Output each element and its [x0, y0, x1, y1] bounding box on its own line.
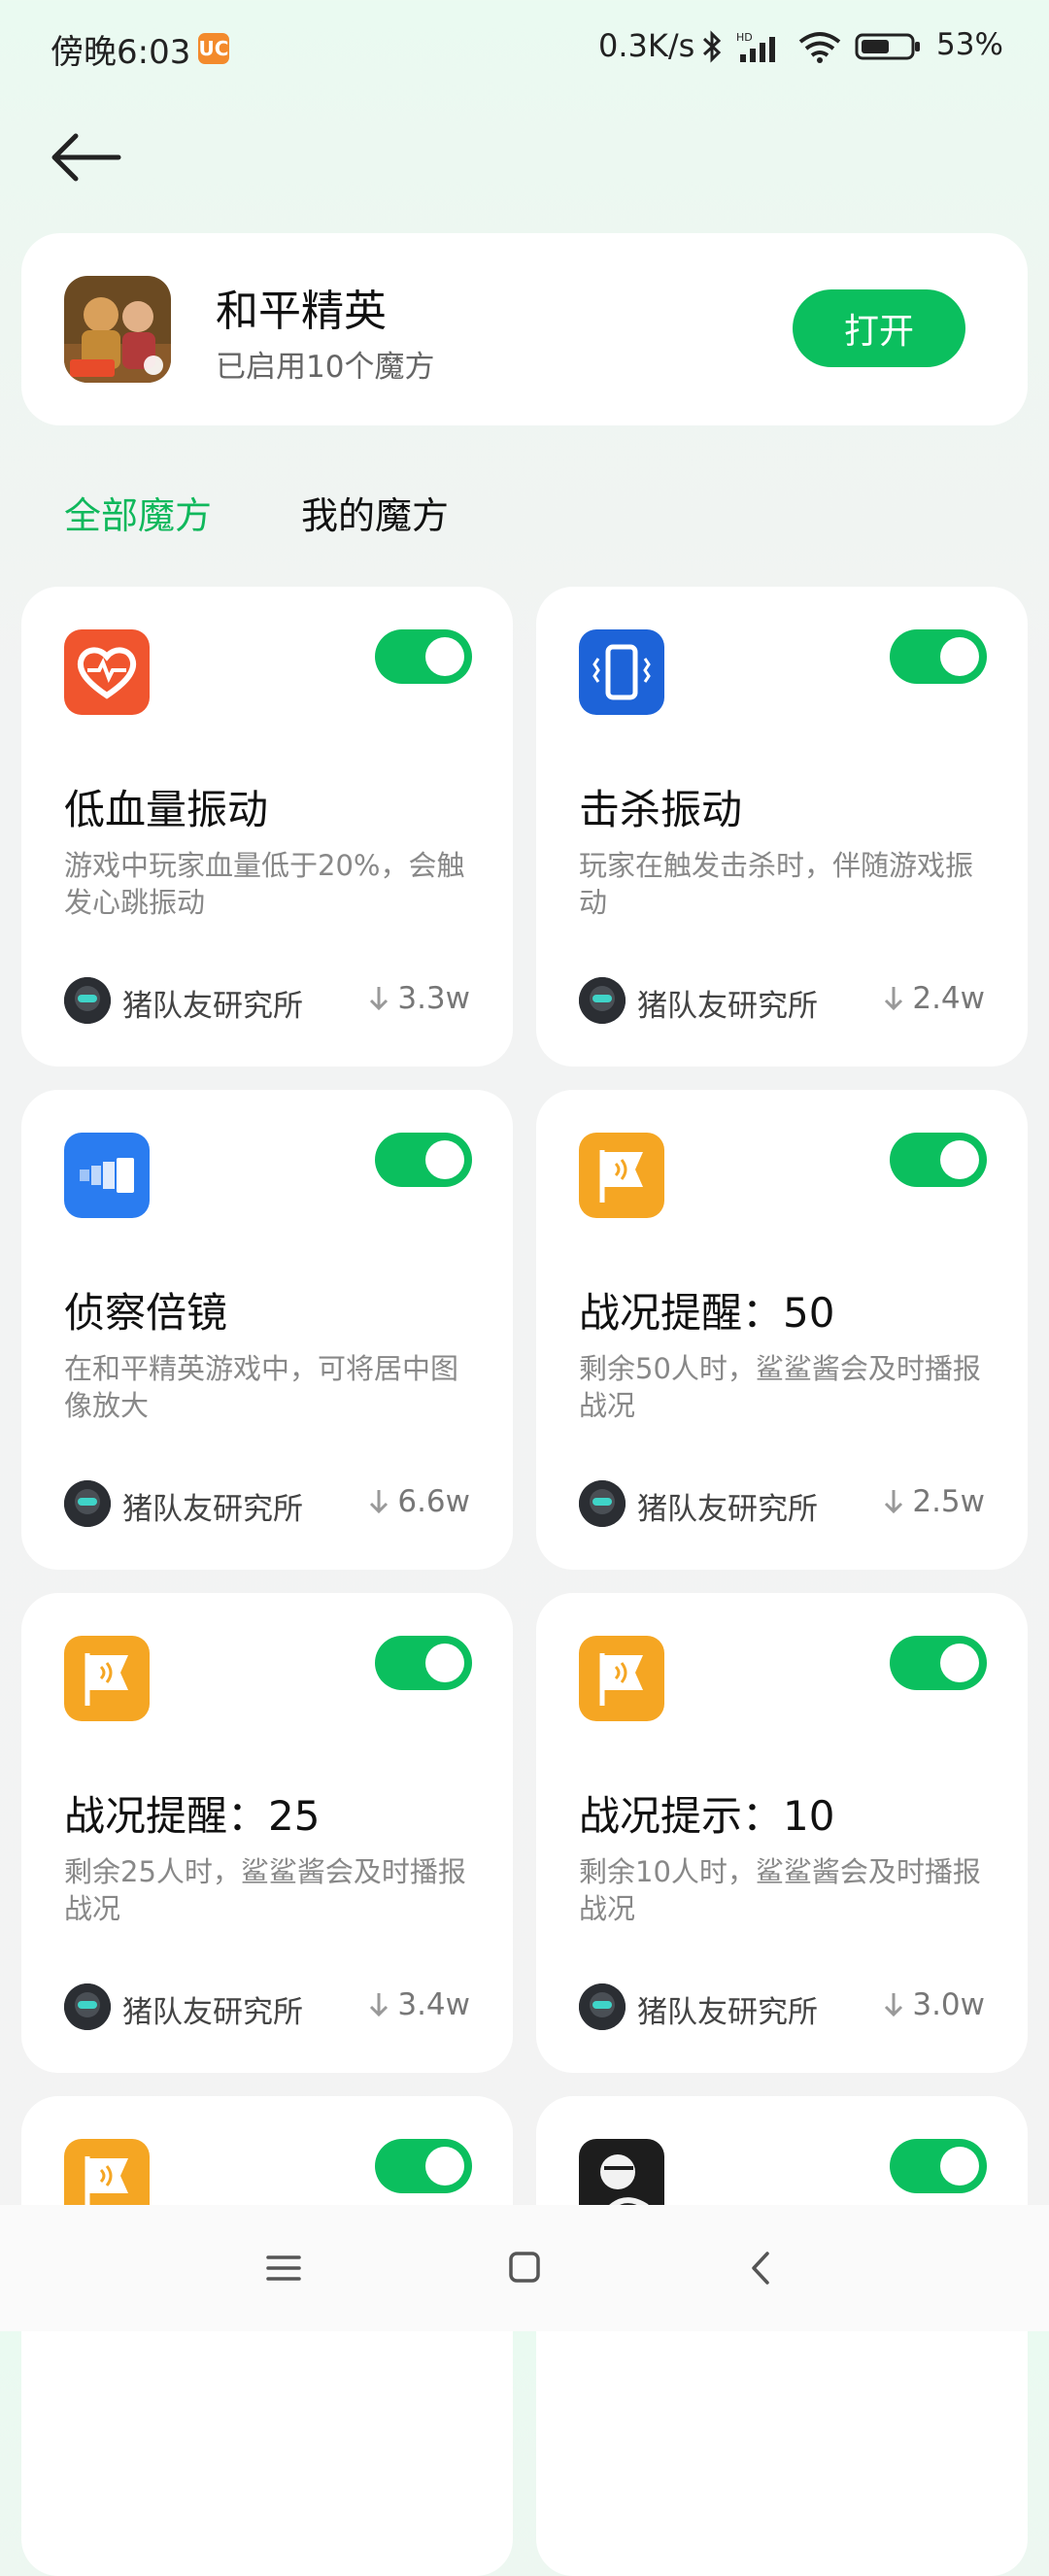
- author-name: 猪队友研究所: [637, 1995, 818, 2030]
- author-name: 猪队友研究所: [637, 989, 818, 1024]
- cube-title: 战况提示：10: [579, 1792, 835, 1840]
- enable-toggle[interactable]: [890, 629, 987, 684]
- cube-card-low-health-vibration[interactable]: 低血量振动 游戏中玩家血量低于20%，会触发心跳振动 猪队友研究所 3.3w: [21, 587, 513, 1067]
- cube-card-partial-left[interactable]: [21, 2096, 513, 2576]
- download-count: 3.4w: [368, 1987, 470, 2022]
- download-count: 2.5w: [883, 1484, 985, 1519]
- download-arrow-icon: [370, 1490, 389, 1514]
- cube-card-partial-right[interactable]: [536, 2096, 1028, 2576]
- download-arrow-icon: [885, 1490, 903, 1514]
- cube-card-scout-scope[interactable]: 侦察倍镜 在和平精英游戏中，可将居中图像放大 猪队友研究所 6.6w: [21, 1090, 513, 1570]
- uc-browser-icon: UC: [198, 33, 229, 64]
- bluetooth-icon: [702, 30, 722, 63]
- enable-toggle[interactable]: [375, 629, 472, 684]
- download-value: 3.4w: [397, 1987, 470, 2022]
- tab-my-cubes[interactable]: 我的魔方: [301, 486, 449, 539]
- cube-description: 剩余25人时，鲨鲨酱会及时播报战况: [64, 1855, 466, 1925]
- signal-icon: HD: [736, 31, 775, 62]
- download-arrow-icon: [885, 1993, 903, 2017]
- cube-description: 游戏中玩家血量低于20%，会触发心跳振动: [64, 849, 465, 919]
- home-square-icon[interactable]: [497, 2244, 552, 2292]
- flag-icon: [64, 1636, 150, 1721]
- network-speed: 0.3K/s: [598, 27, 695, 64]
- cube-title: 战况提醒：50: [579, 1289, 835, 1337]
- cube-title: 低血量振动: [64, 786, 269, 833]
- cube-description: 剩余50人时，鲨鲨酱会及时播报战况: [579, 1352, 981, 1422]
- enable-toggle[interactable]: [890, 1133, 987, 1187]
- download-value: 2.5w: [912, 1484, 985, 1519]
- heart-icon: [64, 629, 150, 715]
- author-name: 猪队友研究所: [122, 1492, 303, 1527]
- author-name: 猪队友研究所: [122, 989, 303, 1024]
- enable-toggle[interactable]: [890, 2139, 987, 2193]
- author-name: 猪队友研究所: [637, 1492, 818, 1527]
- download-value: 2.4w: [912, 981, 985, 1016]
- cube-description: 在和平精英游戏中，可将居中图像放大: [64, 1352, 459, 1422]
- cube-description: 玩家在触发击杀时，伴随游戏振动: [579, 849, 974, 919]
- flag-icon: [579, 1636, 664, 1721]
- status-icons: HD: [701, 27, 923, 66]
- download-count: 3.3w: [368, 981, 470, 1016]
- download-value: 3.3w: [397, 981, 470, 1016]
- download-value: 3.0w: [912, 1987, 985, 2022]
- cube-card-battle-reminder-50[interactable]: 战况提醒：50 剩余50人时，鲨鲨酱会及时播报战况 猪队友研究所 2.5w: [536, 1090, 1028, 1570]
- arrow-left-icon[interactable]: [49, 132, 122, 183]
- author-avatar: [579, 977, 626, 1024]
- scope-icon: [64, 1133, 150, 1218]
- enable-toggle[interactable]: [375, 2139, 472, 2193]
- download-count: 6.6w: [368, 1484, 470, 1519]
- flag-icon: [579, 1133, 664, 1218]
- app-enabled-count: 已启用10个魔方: [216, 350, 435, 385]
- enable-toggle[interactable]: [890, 1636, 987, 1690]
- download-arrow-icon: [885, 987, 903, 1011]
- menu-icon[interactable]: [256, 2244, 311, 2292]
- author-avatar: [64, 1480, 111, 1527]
- download-arrow-icon: [370, 1993, 389, 2017]
- system-nav-bar: [0, 2205, 1049, 2331]
- battery-percent: 53%: [936, 27, 1003, 62]
- cube-description: 剩余10人时，鲨鲨酱会及时播报战况: [579, 1855, 981, 1925]
- game-app-card: 和平精英 已启用10个魔方 打开: [21, 233, 1028, 425]
- author-name: 猪队友研究所: [122, 1995, 303, 2030]
- game-app-icon: [64, 276, 171, 383]
- tab-all-cubes[interactable]: 全部魔方: [64, 486, 212, 539]
- cube-title: 侦察倍镜: [64, 1289, 228, 1337]
- cube-title: 击杀振动: [579, 786, 743, 833]
- vibration-icon: [579, 629, 664, 715]
- back-chevron-icon[interactable]: [734, 2244, 789, 2292]
- download-arrow-icon: [370, 987, 389, 1011]
- status-time: 傍晚6:03: [51, 33, 191, 72]
- download-value: 6.6w: [397, 1484, 470, 1519]
- wifi-icon: [798, 32, 841, 63]
- cube-card-kill-vibration[interactable]: 击杀振动 玩家在触发击杀时，伴随游戏振动 猪队友研究所 2.4w: [536, 587, 1028, 1067]
- download-count: 2.4w: [883, 981, 985, 1016]
- author-avatar: [64, 1983, 111, 2030]
- cube-card-battle-tip-10[interactable]: 战况提示：10 剩余10人时，鲨鲨酱会及时播报战况 猪队友研究所 3.0w: [536, 1593, 1028, 2073]
- enable-toggle[interactable]: [375, 1636, 472, 1690]
- author-avatar: [579, 1983, 626, 2030]
- status-bar: 傍晚6:03 UC 0.3K/s HD 53%: [0, 0, 1049, 97]
- app-name: 和平精英: [216, 287, 387, 336]
- author-avatar: [579, 1480, 626, 1527]
- open-button[interactable]: 打开: [793, 289, 965, 367]
- svg-text:HD: HD: [736, 31, 753, 44]
- author-avatar: [64, 977, 111, 1024]
- download-count: 3.0w: [883, 1987, 985, 2022]
- cube-card-battle-reminder-25[interactable]: 战况提醒：25 剩余25人时，鲨鲨酱会及时播报战况 猪队友研究所 3.4w: [21, 1593, 513, 2073]
- battery-icon: [855, 33, 920, 60]
- enable-toggle[interactable]: [375, 1133, 472, 1187]
- cube-title: 战况提醒：25: [64, 1792, 321, 1840]
